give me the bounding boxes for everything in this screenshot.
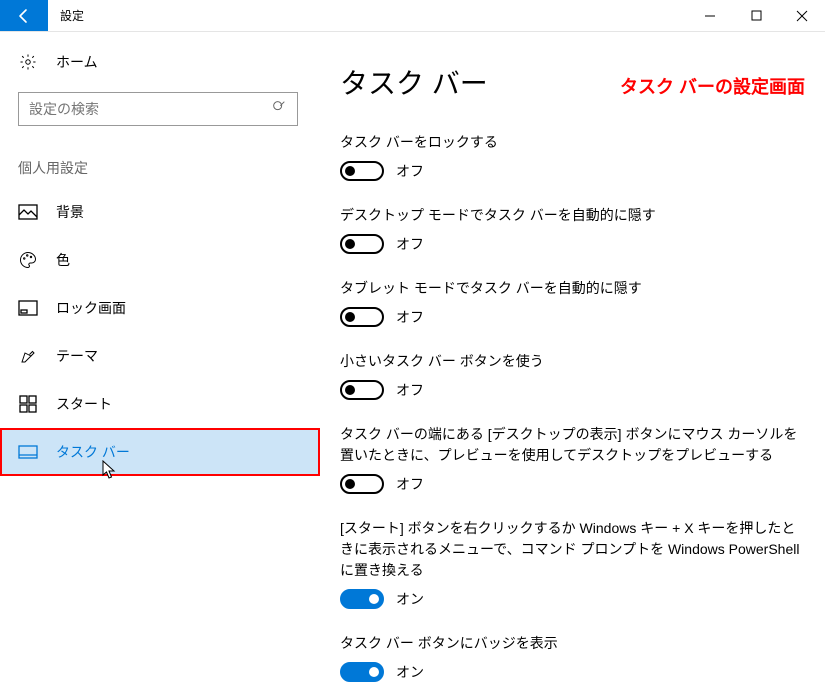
setting-label: デスクトップ モードでタスク バーを自動的に隠す <box>340 205 805 226</box>
title-bar: 設定 <box>0 0 825 32</box>
toggle-state-label: オフ <box>396 234 424 254</box>
sidebar-item-start[interactable]: スタート <box>0 380 320 428</box>
sidebar-item-label: スタート <box>56 394 112 414</box>
lockscreen-icon <box>18 298 38 318</box>
toggle-state-label: オフ <box>396 380 424 400</box>
page-title: タスク バー <box>340 62 488 102</box>
sidebar-item-themes[interactable]: テーマ <box>0 332 320 380</box>
setting-label: タスク バーの端にある [デスクトップの表示] ボタンにマウス カーソルを置いた… <box>340 424 805 466</box>
toggle-switch[interactable] <box>340 589 384 609</box>
search-icon <box>271 99 287 120</box>
start-icon <box>18 394 38 414</box>
setting-row: タスク バーの端にある [デスクトップの表示] ボタンにマウス カーソルを置いた… <box>340 424 805 494</box>
sidebar: ホーム 個人用設定 背景 色 ロック画面 テーマ <box>0 32 320 685</box>
toggle-state-label: オフ <box>396 474 424 494</box>
sidebar-item-label: 背景 <box>56 202 84 222</box>
theme-icon <box>18 346 38 366</box>
toggle-state-label: オン <box>396 589 424 609</box>
sidebar-item-background[interactable]: 背景 <box>0 188 320 236</box>
sidebar-item-label: タスク バー <box>56 442 130 462</box>
toggle-switch[interactable] <box>340 662 384 682</box>
toggle-state-label: オフ <box>396 307 424 327</box>
back-button[interactable] <box>0 0 48 31</box>
window-controls <box>687 0 825 31</box>
toggle-switch[interactable] <box>340 474 384 494</box>
toggle-switch[interactable] <box>340 307 384 327</box>
sidebar-home-label: ホーム <box>56 52 98 72</box>
setting-label: タブレット モードでタスク バーを自動的に隠す <box>340 278 805 299</box>
close-button[interactable] <box>779 0 825 31</box>
sidebar-item-label: ロック画面 <box>56 298 126 318</box>
taskbar-icon <box>18 442 38 462</box>
main-panel: タスク バー タスク バーの設定画面 タスク バーをロックするオフデスクトップ … <box>320 32 825 685</box>
setting-row: タスク バー ボタンにバッジを表示オン <box>340 633 805 682</box>
picture-icon <box>18 202 38 222</box>
setting-label: タスク バー ボタンにバッジを表示 <box>340 633 805 654</box>
window-title: 設定 <box>48 0 96 31</box>
setting-row: タスク バーをロックするオフ <box>340 132 805 181</box>
setting-label: [スタート] ボタンを右クリックするか Windows キー + X キーを押し… <box>340 518 805 581</box>
toggle-switch[interactable] <box>340 161 384 181</box>
search-input[interactable] <box>18 92 298 126</box>
setting-label: タスク バーをロックする <box>340 132 805 153</box>
toggle-state-label: オン <box>396 662 424 682</box>
setting-label: 小さいタスク バー ボタンを使う <box>340 351 805 372</box>
maximize-button[interactable] <box>733 0 779 31</box>
setting-row: [スタート] ボタンを右クリックするか Windows キー + X キーを押し… <box>340 518 805 609</box>
annotation-text: タスク バーの設定画面 <box>620 73 805 99</box>
sidebar-item-taskbar[interactable]: タスク バー <box>0 428 320 476</box>
toggle-switch[interactable] <box>340 234 384 254</box>
toggle-switch[interactable] <box>340 380 384 400</box>
setting-row: デスクトップ モードでタスク バーを自動的に隠すオフ <box>340 205 805 254</box>
setting-row: 小さいタスク バー ボタンを使うオフ <box>340 351 805 400</box>
sidebar-item-label: 色 <box>56 250 70 270</box>
sidebar-home[interactable]: ホーム <box>0 32 320 92</box>
sidebar-item-colors[interactable]: 色 <box>0 236 320 284</box>
sidebar-item-label: テーマ <box>56 346 98 366</box>
setting-row: タブレット モードでタスク バーを自動的に隠すオフ <box>340 278 805 327</box>
search-field[interactable] <box>29 101 271 117</box>
gear-icon <box>18 52 38 72</box>
sidebar-section-header: 個人用設定 <box>0 144 320 188</box>
palette-icon <box>18 250 38 270</box>
toggle-state-label: オフ <box>396 161 424 181</box>
sidebar-item-lockscreen[interactable]: ロック画面 <box>0 284 320 332</box>
minimize-button[interactable] <box>687 0 733 31</box>
